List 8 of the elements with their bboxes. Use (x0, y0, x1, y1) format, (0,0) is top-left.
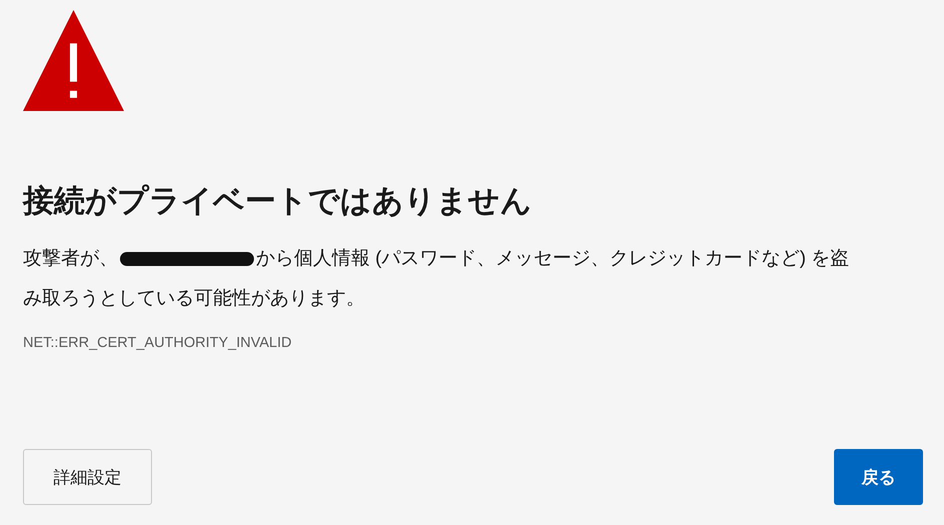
advanced-button[interactable]: 詳細設定 (23, 449, 152, 505)
warning-text: から個人情報 (パスワード、メッセージ、クレジットカードなど) を盗 (256, 247, 850, 271)
warning-text: 攻撃者が、 (23, 247, 118, 271)
warning-text: み取ろうとしている可能性があります。 (23, 287, 365, 311)
error-code: NET::ERR_CERT_AUTHORITY_INVALID (23, 335, 293, 351)
back-button[interactable]: 戻る (834, 449, 923, 505)
warning-icon (23, 10, 124, 111)
page-heading: 接続がプライベートではありません (23, 182, 533, 220)
